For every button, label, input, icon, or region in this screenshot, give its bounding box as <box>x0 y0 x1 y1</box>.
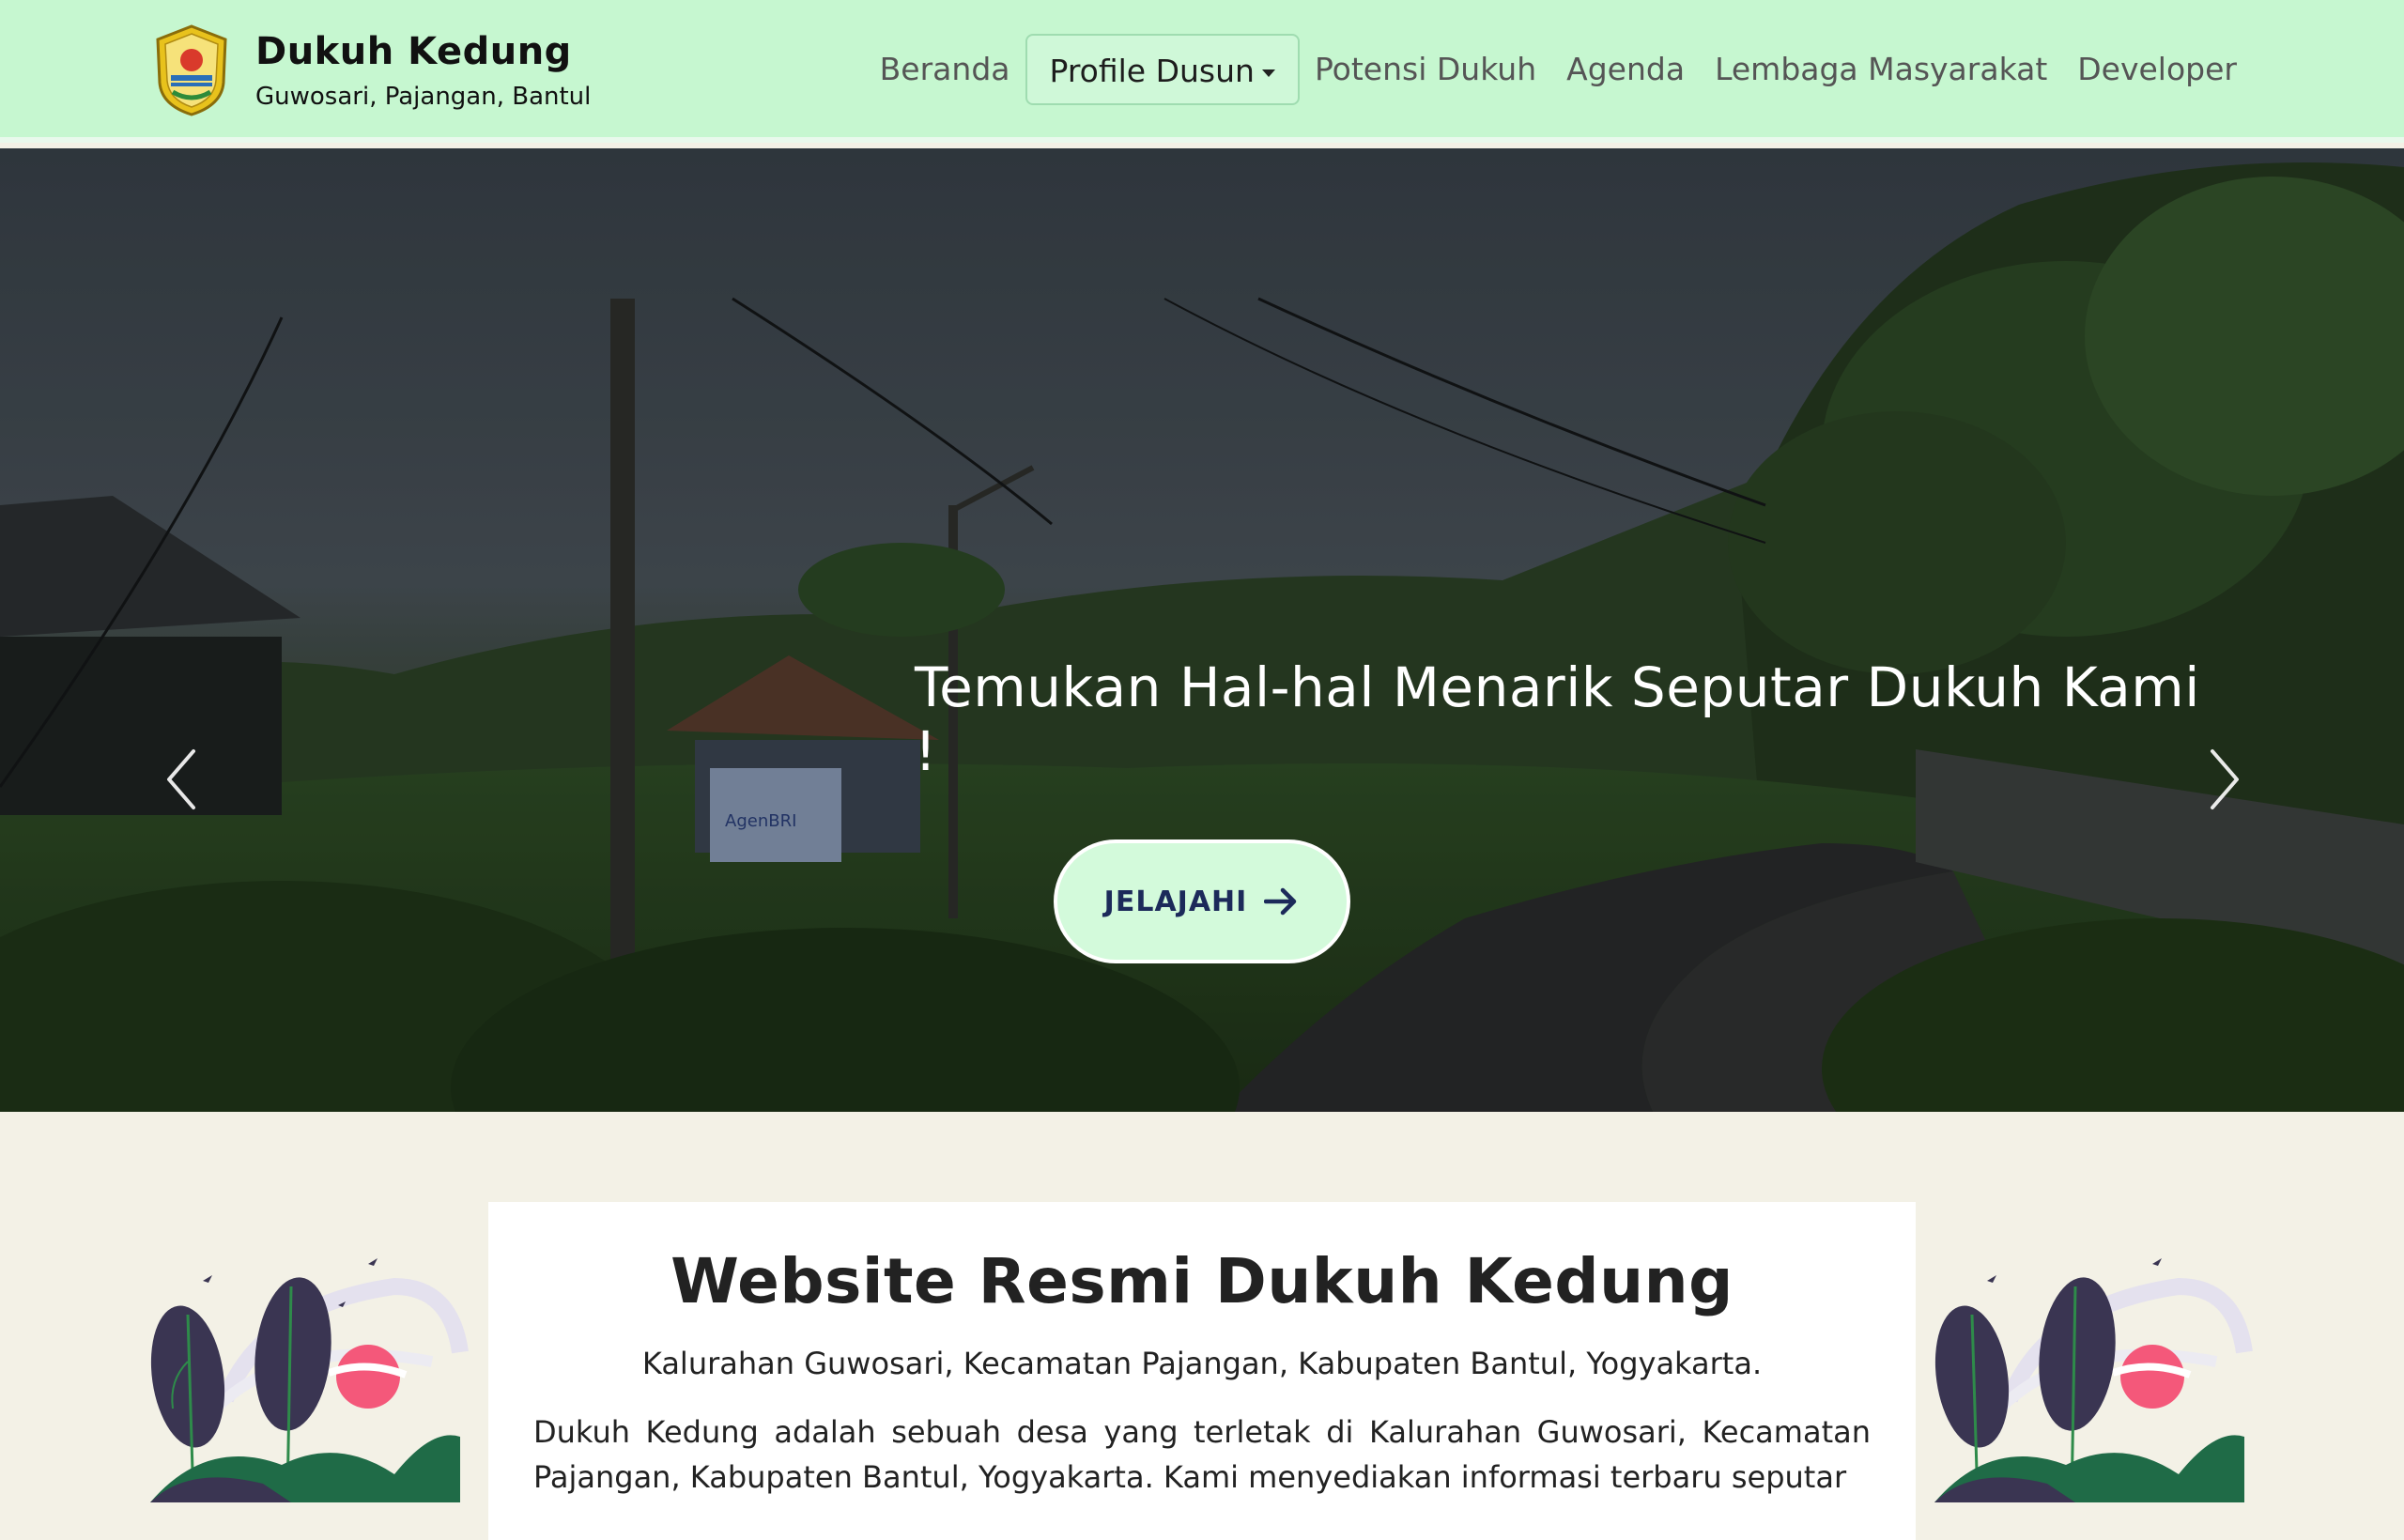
arrow-right-icon <box>1264 887 1297 916</box>
leaf-illustration-right <box>1934 1258 2253 1502</box>
nav-agenda[interactable]: Agenda <box>1551 34 1700 105</box>
caret-down-icon <box>1261 69 1275 77</box>
village-emblem-icon <box>156 24 227 116</box>
leaf-illustration-left <box>150 1258 469 1502</box>
about-paragraph: Dukuh Kedung adalah sebuah desa yang ter… <box>533 1414 1871 1495</box>
nav-profile-dusun[interactable]: Profile Dusun <box>1025 34 1300 105</box>
jelajahi-button-label: JELAJAHI <box>1103 885 1248 918</box>
navbar: Dukuh Kedung Guwosari, Pajangan, Bantul … <box>0 0 2404 143</box>
about-card: Website Resmi Dukuh Kedung Kalurahan Guw… <box>488 1202 1916 1540</box>
brand[interactable]: Dukuh Kedung Guwosari, Pajangan, Bantul <box>152 23 591 118</box>
nav-beranda[interactable]: Beranda <box>865 34 1025 105</box>
about-subtitle: Kalurahan Guwosari, Kecamatan Pajangan, … <box>641 1346 1763 1381</box>
nav-profile-dusun-label: Profile Dusun <box>1049 53 1255 89</box>
jelajahi-button[interactable]: JELAJAHI <box>1054 839 1350 963</box>
site-subtitle: Guwosari, Pajangan, Bantul <box>255 83 592 111</box>
chevron-right-icon[interactable] <box>2201 742 2248 817</box>
chevron-left-icon[interactable] <box>158 742 205 817</box>
about-title: Website Resmi Dukuh Kedung <box>670 1245 1734 1317</box>
nav-potensi-dukuh[interactable]: Potensi Dukuh <box>1300 34 1551 105</box>
nav-developer[interactable]: Developer <box>2062 34 2252 105</box>
main-nav: Beranda Profile Dusun Potensi Dukuh Agen… <box>865 34 2252 105</box>
site-title: Dukuh Kedung <box>255 30 572 73</box>
hero-carousel: AgenBRI Temukan Hal-hal Menarik Seputar … <box>0 148 2404 1112</box>
hero-background-image: AgenBRI <box>0 148 2404 1112</box>
nav-lembaga-masyarakat[interactable]: Lembaga Masyarakat <box>1700 34 2062 105</box>
hero-headline: Temukan Hal-hal Menarik Seputar Dukuh Ka… <box>915 655 2200 783</box>
